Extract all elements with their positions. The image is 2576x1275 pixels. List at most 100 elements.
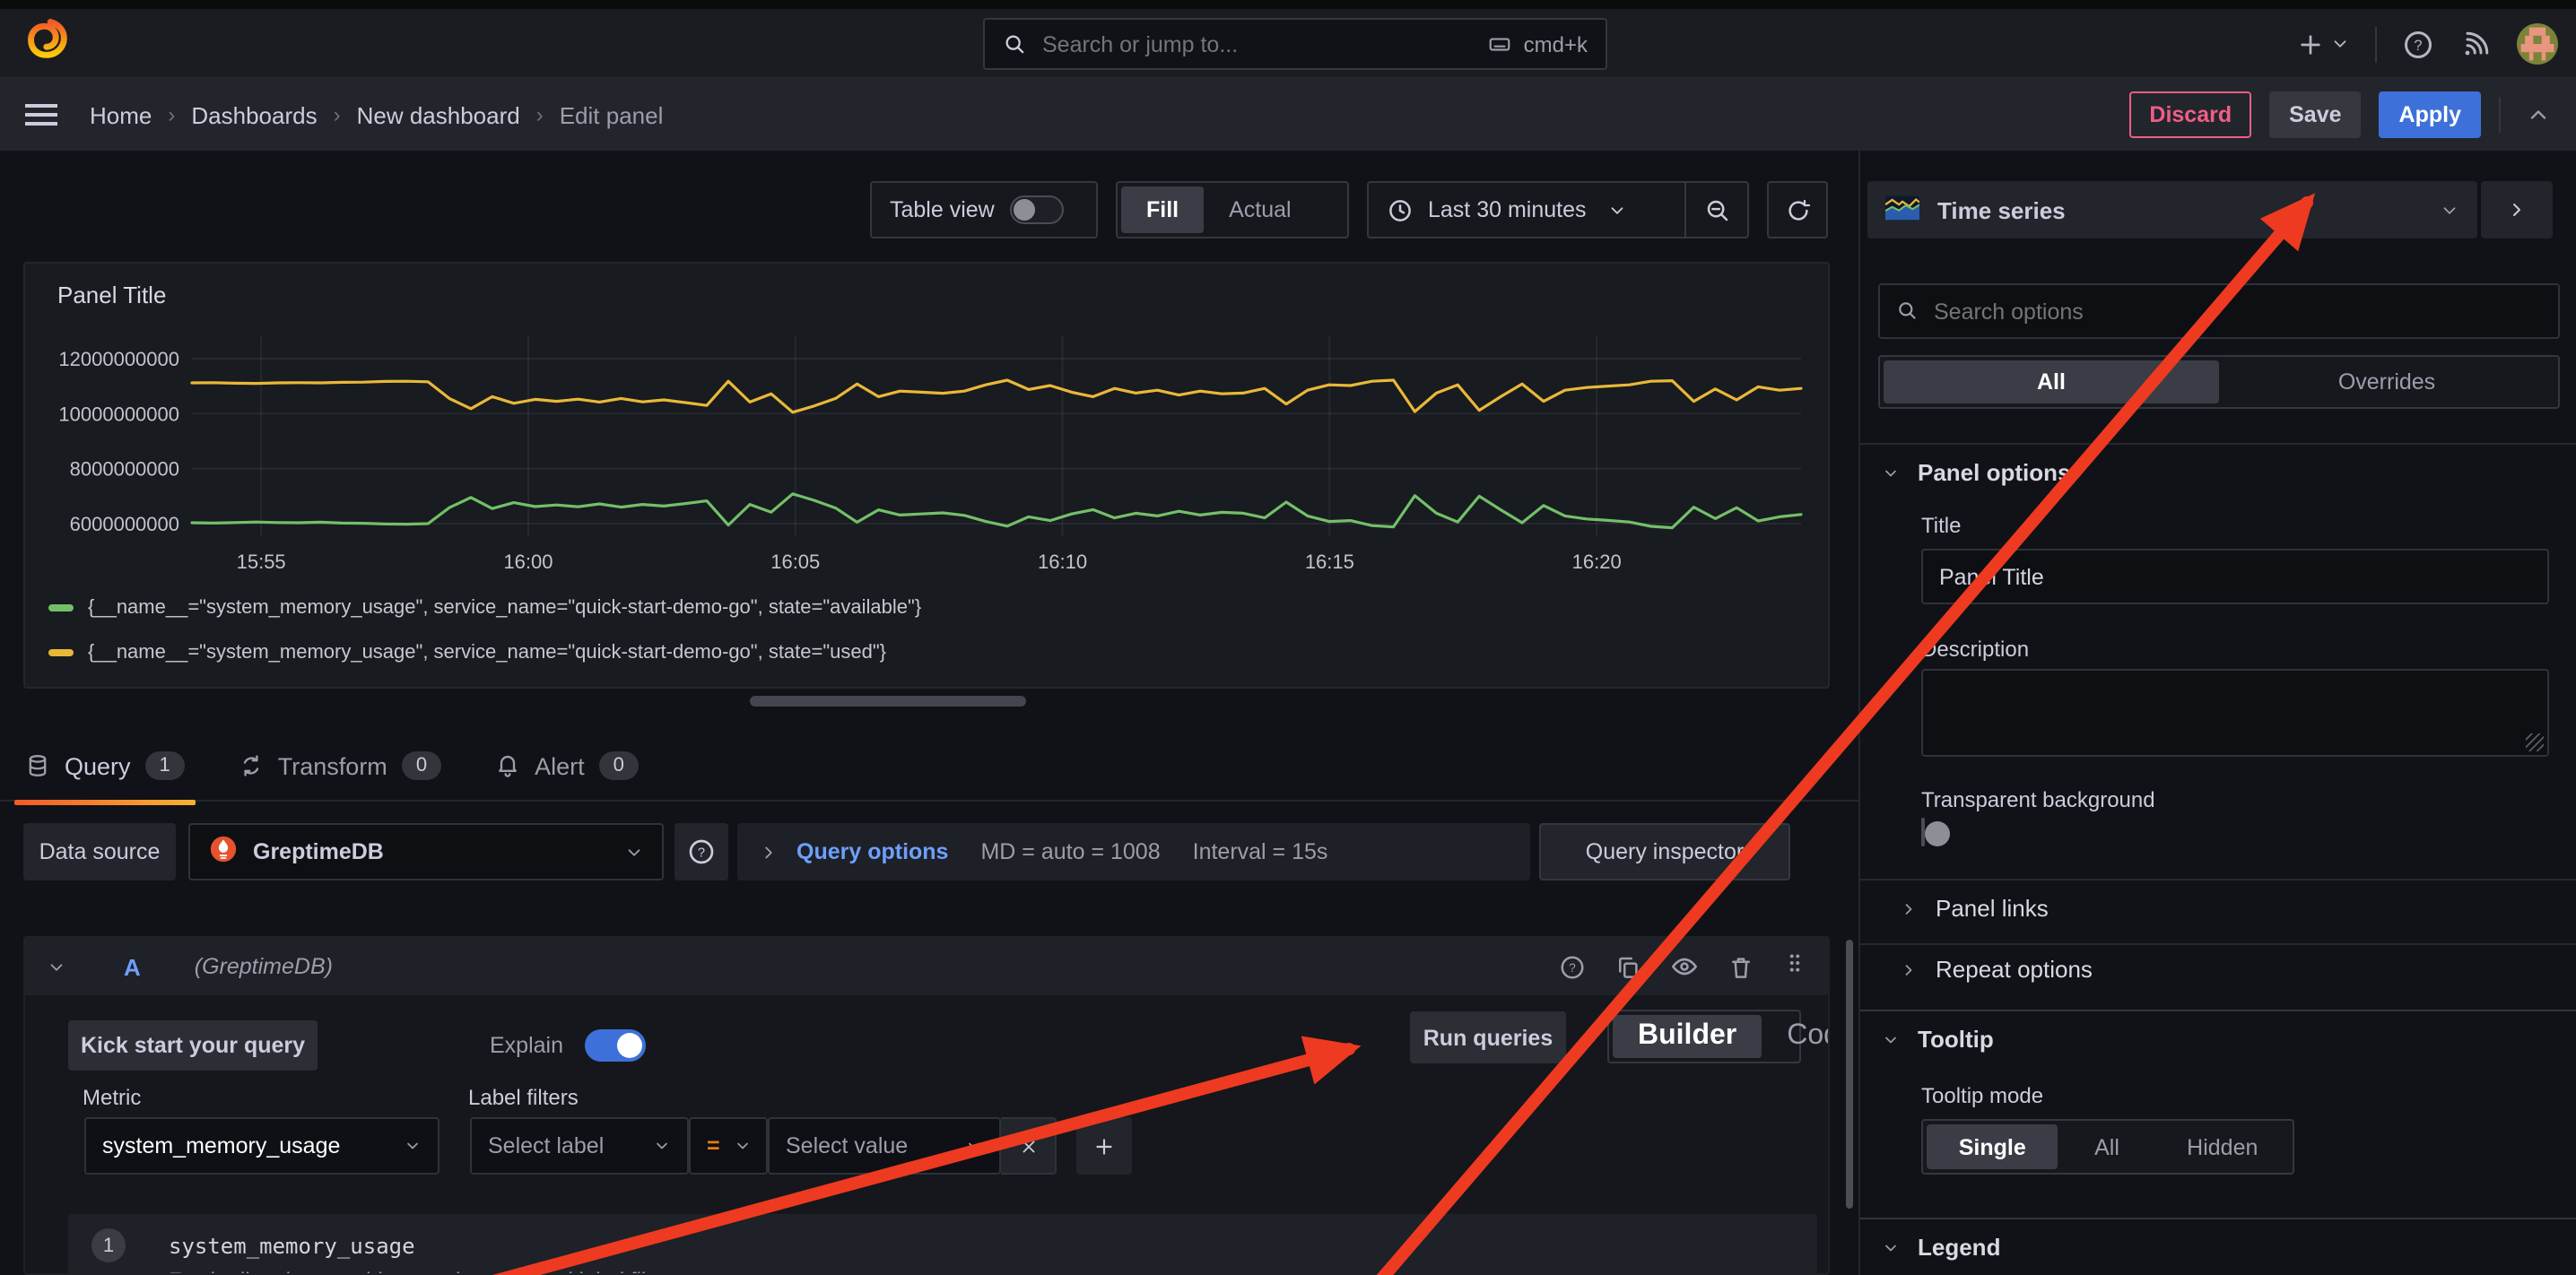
table-view-toggle[interactable] bbox=[1011, 195, 1065, 224]
remove-filter-button[interactable] bbox=[1001, 1117, 1057, 1175]
transform-count-badge: 0 bbox=[402, 751, 441, 780]
tooltip-section[interactable]: Tooltip bbox=[1882, 1026, 1994, 1053]
refresh-button[interactable] bbox=[1767, 181, 1828, 239]
news-rss-icon[interactable] bbox=[2459, 28, 2492, 60]
transparent-background-label: Transparent background bbox=[1921, 787, 2155, 812]
tab-transform[interactable]: Transform 0 bbox=[239, 735, 441, 796]
breadcrumb-new-dashboard[interactable]: New dashboard bbox=[357, 101, 520, 128]
datasource-help-button[interactable]: ? bbox=[674, 823, 728, 880]
chevron-down-icon bbox=[653, 1137, 671, 1155]
chevron-down-icon[interactable] bbox=[47, 957, 66, 976]
tooltip-all-option[interactable]: All bbox=[2058, 1124, 2155, 1169]
hide-response-eye-icon[interactable] bbox=[1670, 952, 1699, 981]
interval: Interval = 15s bbox=[1193, 839, 1328, 864]
kick-start-query-button[interactable]: Kick start your query bbox=[68, 1020, 318, 1071]
query-options-link[interactable]: Query options bbox=[796, 839, 948, 864]
chevron-right-icon[interactable] bbox=[759, 842, 779, 862]
remove-query-trash-icon[interactable] bbox=[1727, 953, 1754, 980]
vertical-scrollbar[interactable] bbox=[1846, 940, 1853, 1209]
svg-text:?: ? bbox=[1569, 960, 1576, 974]
timeseries-panel: Panel Title 6000000000800000000010000000… bbox=[23, 262, 1830, 689]
grafana-logo-icon[interactable] bbox=[25, 15, 72, 71]
user-avatar[interactable] bbox=[2517, 23, 2558, 65]
tooltip-single-option[interactable]: Single bbox=[1927, 1124, 2058, 1169]
query-row-header[interactable]: A (GreptimeDB) ? bbox=[25, 938, 1828, 995]
tab-alert[interactable]: Alert 0 bbox=[495, 735, 639, 796]
global-search-box[interactable]: cmd+k bbox=[983, 18, 1607, 70]
window-top-strip bbox=[0, 0, 2576, 9]
datasource-picker[interactable]: GreptimeDB bbox=[188, 823, 664, 880]
breadcrumb-dashboards[interactable]: Dashboards bbox=[191, 101, 317, 128]
explain-toggle[interactable] bbox=[585, 1029, 646, 1062]
collapse-options-button[interactable] bbox=[2481, 181, 2553, 239]
visualization-picker[interactable]: Time series bbox=[1867, 181, 2477, 239]
options-search-box[interactable] bbox=[1878, 283, 2560, 339]
legend-swatch-green bbox=[48, 604, 74, 611]
database-icon bbox=[25, 753, 50, 778]
chevron-down-icon bbox=[404, 1137, 422, 1155]
chevron-down-icon bbox=[2440, 200, 2459, 220]
select-value-dropdown[interactable]: Select value bbox=[768, 1117, 1001, 1175]
transparent-background-toggle[interactable] bbox=[1921, 818, 1925, 846]
chevron-down-icon bbox=[624, 842, 644, 862]
repeat-options-section[interactable]: Repeat options bbox=[1900, 956, 2093, 983]
tab-all[interactable]: All bbox=[1884, 360, 2219, 403]
max-data-points: MD = auto = 1008 bbox=[980, 839, 1160, 864]
legend-item-used[interactable]: {__name__="system_memory_usage", service… bbox=[48, 642, 921, 664]
alert-count-badge: 0 bbox=[599, 751, 639, 780]
chevron-up-icon[interactable] bbox=[2526, 102, 2551, 127]
actual-option[interactable]: Actual bbox=[1204, 186, 1317, 233]
builder-code-segmented: Builder Code bbox=[1607, 1010, 1801, 1063]
time-range-picker: Last 30 minutes bbox=[1367, 181, 1749, 239]
tooltip-mode-label: Tooltip mode bbox=[1921, 1083, 2043, 1108]
global-search-input[interactable] bbox=[1042, 31, 1472, 56]
chart-legend: {__name__="system_memory_usage", service… bbox=[48, 597, 921, 664]
run-queries-button[interactable]: Run queries bbox=[1410, 1011, 1566, 1063]
query-help-icon[interactable]: ? bbox=[1559, 953, 1586, 980]
chevron-right-icon bbox=[1900, 899, 1918, 917]
breadcrumb-bar: Home › Dashboards › New dashboard › Edit… bbox=[0, 79, 2576, 151]
query-inspector-button[interactable]: Query inspector bbox=[1539, 823, 1790, 880]
textarea-resize-handle[interactable] bbox=[2526, 733, 2544, 751]
operator-dropdown[interactable]: = bbox=[689, 1117, 768, 1175]
section-divider bbox=[1860, 1010, 2576, 1011]
apply-button[interactable]: Apply bbox=[2380, 91, 2481, 138]
svg-text:8000000000: 8000000000 bbox=[70, 458, 179, 481]
new-plus-button[interactable] bbox=[2296, 30, 2350, 58]
help-icon[interactable]: ? bbox=[2402, 28, 2434, 60]
tab-query[interactable]: Query 1 bbox=[25, 735, 185, 796]
chevron-down-icon bbox=[965, 1137, 983, 1155]
tab-overrides[interactable]: Overrides bbox=[2219, 360, 2554, 403]
add-filter-button[interactable] bbox=[1076, 1117, 1132, 1175]
save-button[interactable]: Save bbox=[2269, 91, 2361, 138]
menu-hamburger-icon[interactable] bbox=[25, 104, 57, 126]
legend-item-available[interactable]: {__name__="system_memory_usage", service… bbox=[48, 597, 921, 619]
zoom-out-time-button[interactable] bbox=[1684, 183, 1747, 237]
description-textarea[interactable] bbox=[1921, 669, 2549, 757]
query-editor-card: A (GreptimeDB) ? Kick start your query E… bbox=[23, 936, 1830, 1275]
panel-links-section[interactable]: Panel links bbox=[1900, 895, 2049, 922]
time-range-button[interactable]: Last 30 minutes bbox=[1369, 183, 1684, 237]
horizontal-scrollbar[interactable] bbox=[750, 696, 1026, 707]
breadcrumb-separator: › bbox=[168, 102, 175, 127]
query-preview-code: system_memory_usage bbox=[169, 1234, 415, 1259]
greptimedb-logo-icon bbox=[208, 834, 239, 870]
datasource-label: Data source bbox=[23, 823, 176, 880]
bell-icon bbox=[495, 753, 520, 778]
panel-options-section[interactable]: Panel options bbox=[1882, 459, 2070, 486]
panel-title-input[interactable] bbox=[1921, 549, 2549, 604]
select-label-dropdown[interactable]: Select label bbox=[470, 1117, 689, 1175]
duplicate-query-icon[interactable] bbox=[1614, 953, 1641, 980]
legend-section[interactable]: Legend bbox=[1882, 1234, 2000, 1261]
code-option[interactable]: Code bbox=[1762, 1015, 1830, 1058]
breadcrumb-home[interactable]: Home bbox=[90, 101, 152, 128]
fill-option[interactable]: Fill bbox=[1121, 186, 1204, 233]
metric-select[interactable]: system_memory_usage bbox=[84, 1117, 439, 1175]
query-tabs-bar: Query 1 Transform 0 Alert 0 bbox=[0, 735, 1858, 802]
drag-handle-grip-icon[interactable] bbox=[1783, 948, 1806, 985]
chevron-down-icon bbox=[1608, 200, 1628, 220]
options-search-input[interactable] bbox=[1934, 299, 2542, 324]
tooltip-hidden-option[interactable]: Hidden bbox=[2156, 1124, 2289, 1169]
builder-option[interactable]: Builder bbox=[1613, 1015, 1762, 1058]
discard-button[interactable]: Discard bbox=[2129, 91, 2251, 138]
